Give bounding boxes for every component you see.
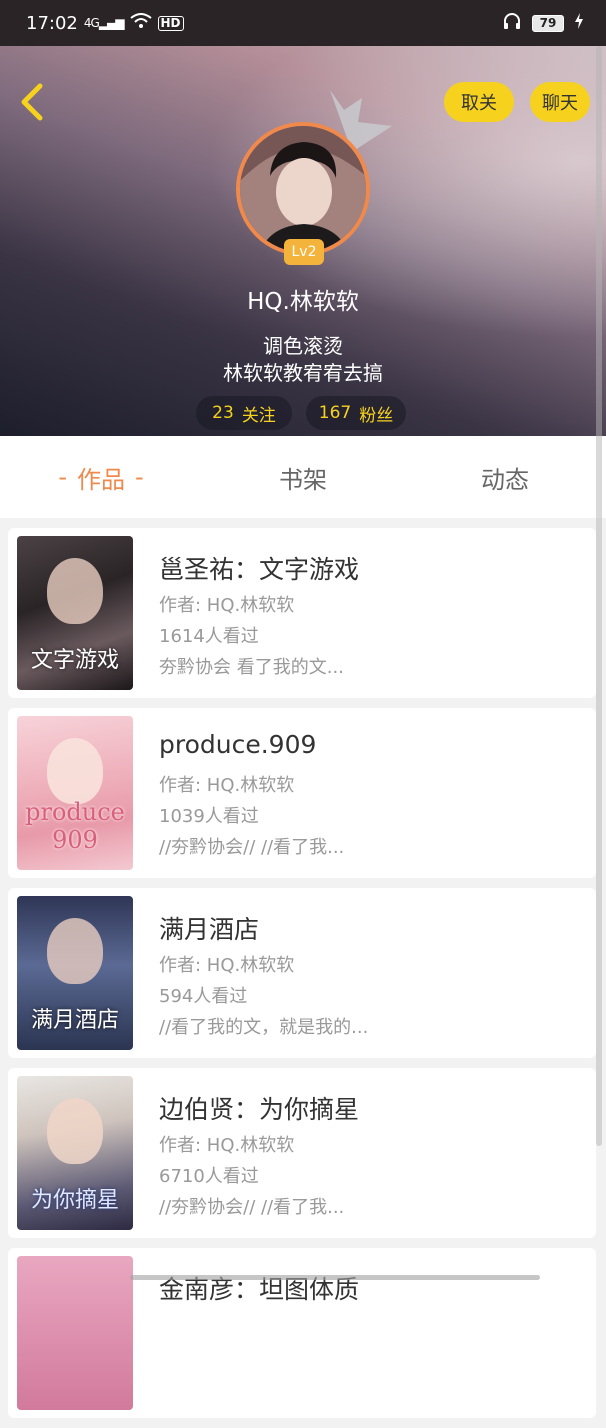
tab-bookshelf-label: 书架 (279, 465, 327, 494)
following-stat[interactable]: 23 关注 (196, 396, 292, 430)
book-views: 6710人看过 (159, 1166, 259, 1187)
book-title: produce.909 (159, 730, 317, 759)
following-label: 关注 (241, 405, 276, 426)
book-views: 594人看过 (159, 986, 248, 1007)
scrollbar[interactable] (596, 46, 602, 1146)
book-cover: 文字游戏 (17, 536, 133, 690)
cover-portrait (47, 558, 103, 624)
cover-portrait (47, 918, 103, 984)
cover-title: 文字游戏 (30, 648, 119, 673)
tab-works-label: 作品 (77, 465, 125, 494)
signal-label: 4G (83, 16, 100, 30)
status-time: 17:02 (26, 12, 78, 34)
username: HQ.林软软 (247, 289, 359, 315)
cover-title: produce 909 (25, 798, 125, 854)
book-title: 邕圣祐：文字游戏 (159, 555, 360, 584)
book-item[interactable]: 金南彦：坦图体质 (8, 1248, 596, 1418)
headphones-icon (502, 12, 522, 35)
following-count: 23 (212, 403, 234, 423)
chat-button[interactable]: 聊天 (530, 82, 590, 122)
chevron-left-icon (21, 83, 43, 121)
book-description: //夯黔协会// //看了我... (159, 837, 345, 858)
book-item[interactable]: 满月酒店 满月酒店 作者: HQ.林软软 594人看过 //看了我的文，就是我的… (8, 888, 596, 1058)
tab-bar: - 作品 - 书架 动态 (0, 436, 606, 518)
book-views: 1039人看过 (159, 806, 259, 827)
level-badge: Lv2 (284, 239, 324, 265)
book-item[interactable]: 文字游戏 邕圣祐：文字游戏 作者: HQ.林软软 1614人看过 夯黔协会 看了… (8, 528, 596, 698)
book-cover: 满月酒店 (17, 896, 133, 1050)
book-cover: produce 909 (17, 716, 133, 870)
fans-count: 167 (318, 403, 352, 423)
back-button[interactable] (14, 82, 54, 122)
wifi-icon (129, 12, 152, 34)
book-cover: 为你摘星 (17, 1076, 133, 1230)
tab-activity-label: 动态 (481, 465, 529, 494)
fans-stat[interactable]: 167 粉丝 (306, 396, 406, 430)
signal-icon: 4G▂▄▆ (83, 16, 125, 30)
tab-works[interactable]: - 作品 - (0, 436, 202, 518)
avatar[interactable] (236, 122, 370, 256)
cover-title: 满月酒店 (30, 1008, 119, 1033)
book-title: 边伯贤：为你摘星 (159, 1095, 360, 1124)
avatar-image (240, 126, 366, 252)
hd-badge: HD (157, 15, 184, 31)
profile-header: 取关 聊天 Lv2 HQ.林软软 调色滚烫 林软软教宥宥去搞 23 关注 167… (0, 46, 606, 436)
cover-portrait (47, 738, 103, 804)
book-author: 作者: HQ.林软软 (159, 955, 295, 976)
fans-label: 粉丝 (359, 405, 394, 426)
bio-line-1: 调色滚烫 (263, 334, 343, 358)
status-right: 79 (502, 12, 584, 35)
book-title: 满月酒店 (159, 915, 260, 944)
book-item[interactable]: 为你摘星 边伯贤：为你摘星 作者: HQ.林软软 6710人看过 //夯黔协会/… (8, 1068, 596, 1238)
book-views: 1614人看过 (159, 626, 259, 647)
book-description: 夯黔协会 看了我的文... (159, 657, 344, 678)
tab-dash-left: - (58, 463, 67, 491)
book-cover (17, 1256, 133, 1410)
book-item[interactable]: produce 909 produce.909 作者: HQ.林软软 1039人… (8, 708, 596, 878)
book-author: 作者: HQ.林软软 (159, 595, 295, 616)
book-author: 作者: HQ.林软软 (159, 1135, 295, 1156)
bio-line-2: 林软软教宥宥去搞 (223, 361, 383, 385)
charging-icon (574, 12, 584, 34)
book-description: //夯黔协会// //看了我... (159, 1197, 345, 1218)
cover-title: 为你摘星 (30, 1188, 119, 1213)
tab-dash-right: - (135, 463, 144, 491)
unfollow-button[interactable]: 取关 (444, 82, 514, 122)
battery-icon: 79 (532, 14, 564, 32)
book-author: 作者: HQ.林软软 (159, 775, 295, 796)
book-description: //看了我的文，就是我的... (159, 1017, 369, 1038)
cover-portrait (47, 1098, 103, 1164)
tab-activity[interactable]: 动态 (404, 436, 606, 518)
status-left: 17:02 4G▂▄▆ HD (26, 13, 184, 34)
horizontal-scroll-indicator (130, 1275, 540, 1280)
status-bar: 17:02 4G▂▄▆ HD 79 (0, 0, 606, 46)
tab-bookshelf[interactable]: 书架 (202, 436, 404, 518)
works-list: 文字游戏 邕圣祐：文字游戏 作者: HQ.林软软 1614人看过 夯黔协会 看了… (8, 528, 596, 1428)
